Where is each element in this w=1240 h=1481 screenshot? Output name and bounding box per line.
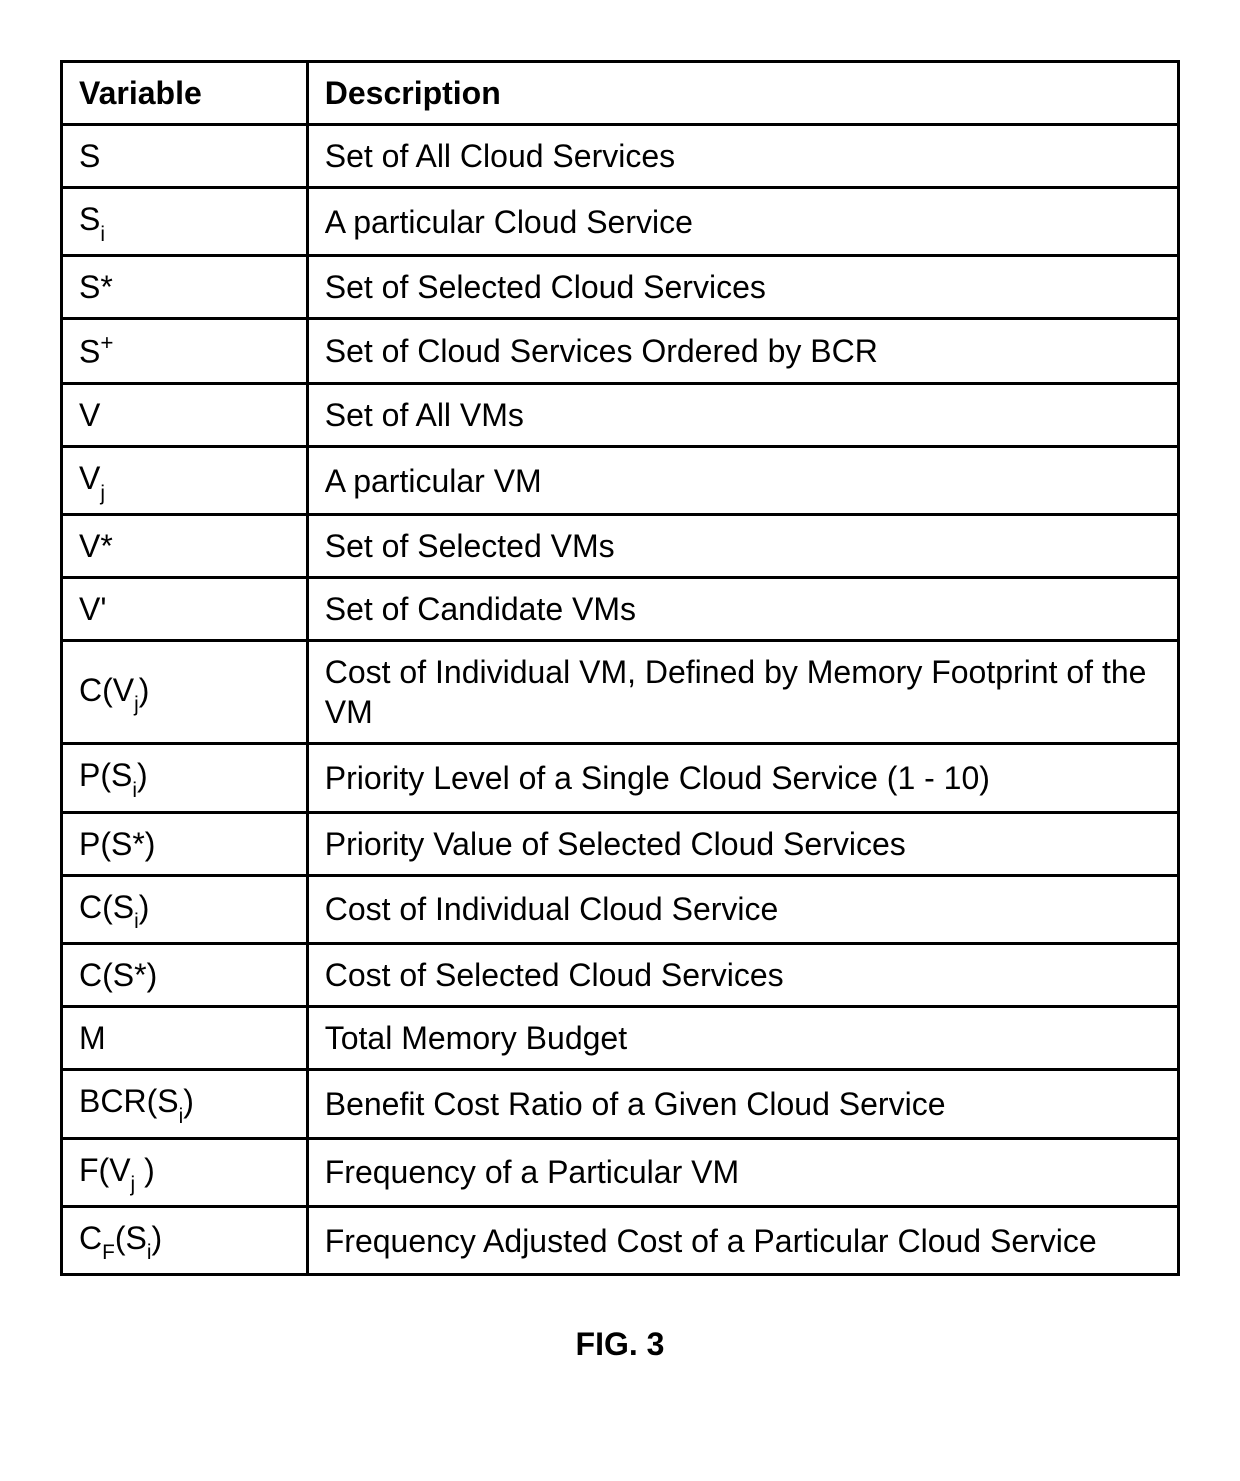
variable-cell: V	[62, 384, 308, 447]
table-row: MTotal Memory Budget	[62, 1007, 1179, 1070]
variable-cell: Si	[62, 188, 308, 256]
description-cell: Cost of Individual Cloud Service	[307, 875, 1178, 943]
variable-cell: S+	[62, 319, 308, 384]
variable-cell: M	[62, 1007, 308, 1070]
description-cell: Set of Candidate VMs	[307, 578, 1178, 641]
table-row: VjA particular VM	[62, 447, 1179, 515]
table-row: P(Si)Priority Level of a Single Cloud Se…	[62, 744, 1179, 812]
variable-cell: P(Si)	[62, 744, 308, 812]
table-row: BCR(Si)Benefit Cost Ratio of a Given Clo…	[62, 1070, 1179, 1138]
description-cell: Priority Level of a Single Cloud Service…	[307, 744, 1178, 812]
table-row: C(Vj)Cost of Individual VM, Defined by M…	[62, 641, 1179, 744]
variable-cell: V'	[62, 578, 308, 641]
description-cell: Set of Selected Cloud Services	[307, 256, 1178, 319]
variable-cell: S	[62, 125, 308, 188]
description-cell: Cost of Individual VM, Defined by Memory…	[307, 641, 1178, 744]
description-cell: Set of Cloud Services Ordered by BCR	[307, 319, 1178, 384]
description-cell: Priority Value of Selected Cloud Service…	[307, 812, 1178, 875]
table-row: F(Vj )Frequency of a Particular VM	[62, 1138, 1179, 1206]
variable-cell: CF(Si)	[62, 1206, 308, 1274]
table-row: V'Set of Candidate VMs	[62, 578, 1179, 641]
table-row: P(S*)Priority Value of Selected Cloud Se…	[62, 812, 1179, 875]
variable-cell: P(S*)	[62, 812, 308, 875]
description-cell: Set of All Cloud Services	[307, 125, 1178, 188]
description-cell: A particular Cloud Service	[307, 188, 1178, 256]
table-row: S*Set of Selected Cloud Services	[62, 256, 1179, 319]
description-cell: Set of Selected VMs	[307, 515, 1178, 578]
header-description: Description	[307, 62, 1178, 125]
table-row: C(Si)Cost of Individual Cloud Service	[62, 875, 1179, 943]
description-cell: Total Memory Budget	[307, 1007, 1178, 1070]
variable-definition-table: Variable Description SSet of All Cloud S…	[60, 60, 1180, 1276]
variable-cell: S*	[62, 256, 308, 319]
figure-caption: FIG. 3	[60, 1326, 1180, 1363]
description-cell: Benefit Cost Ratio of a Given Cloud Serv…	[307, 1070, 1178, 1138]
variable-cell: BCR(Si)	[62, 1070, 308, 1138]
description-cell: Frequency of a Particular VM	[307, 1138, 1178, 1206]
description-cell: Frequency Adjusted Cost of a Particular …	[307, 1206, 1178, 1274]
table-row: VSet of All VMs	[62, 384, 1179, 447]
table-row: S+Set of Cloud Services Ordered by BCR	[62, 319, 1179, 384]
description-cell: Set of All VMs	[307, 384, 1178, 447]
variable-cell: C(Vj)	[62, 641, 308, 744]
table-row: SiA particular Cloud Service	[62, 188, 1179, 256]
description-cell: A particular VM	[307, 447, 1178, 515]
header-variable: Variable	[62, 62, 308, 125]
table-row: CF(Si)Frequency Adjusted Cost of a Parti…	[62, 1206, 1179, 1274]
variable-cell: Vj	[62, 447, 308, 515]
table-row: SSet of All Cloud Services	[62, 125, 1179, 188]
variable-cell: V*	[62, 515, 308, 578]
variable-cell: C(Si)	[62, 875, 308, 943]
table-header-row: Variable Description	[62, 62, 1179, 125]
description-cell: Cost of Selected Cloud Services	[307, 944, 1178, 1007]
variable-cell: F(Vj )	[62, 1138, 308, 1206]
variable-cell: C(S*)	[62, 944, 308, 1007]
table-row: V*Set of Selected VMs	[62, 515, 1179, 578]
table-row: C(S*)Cost of Selected Cloud Services	[62, 944, 1179, 1007]
